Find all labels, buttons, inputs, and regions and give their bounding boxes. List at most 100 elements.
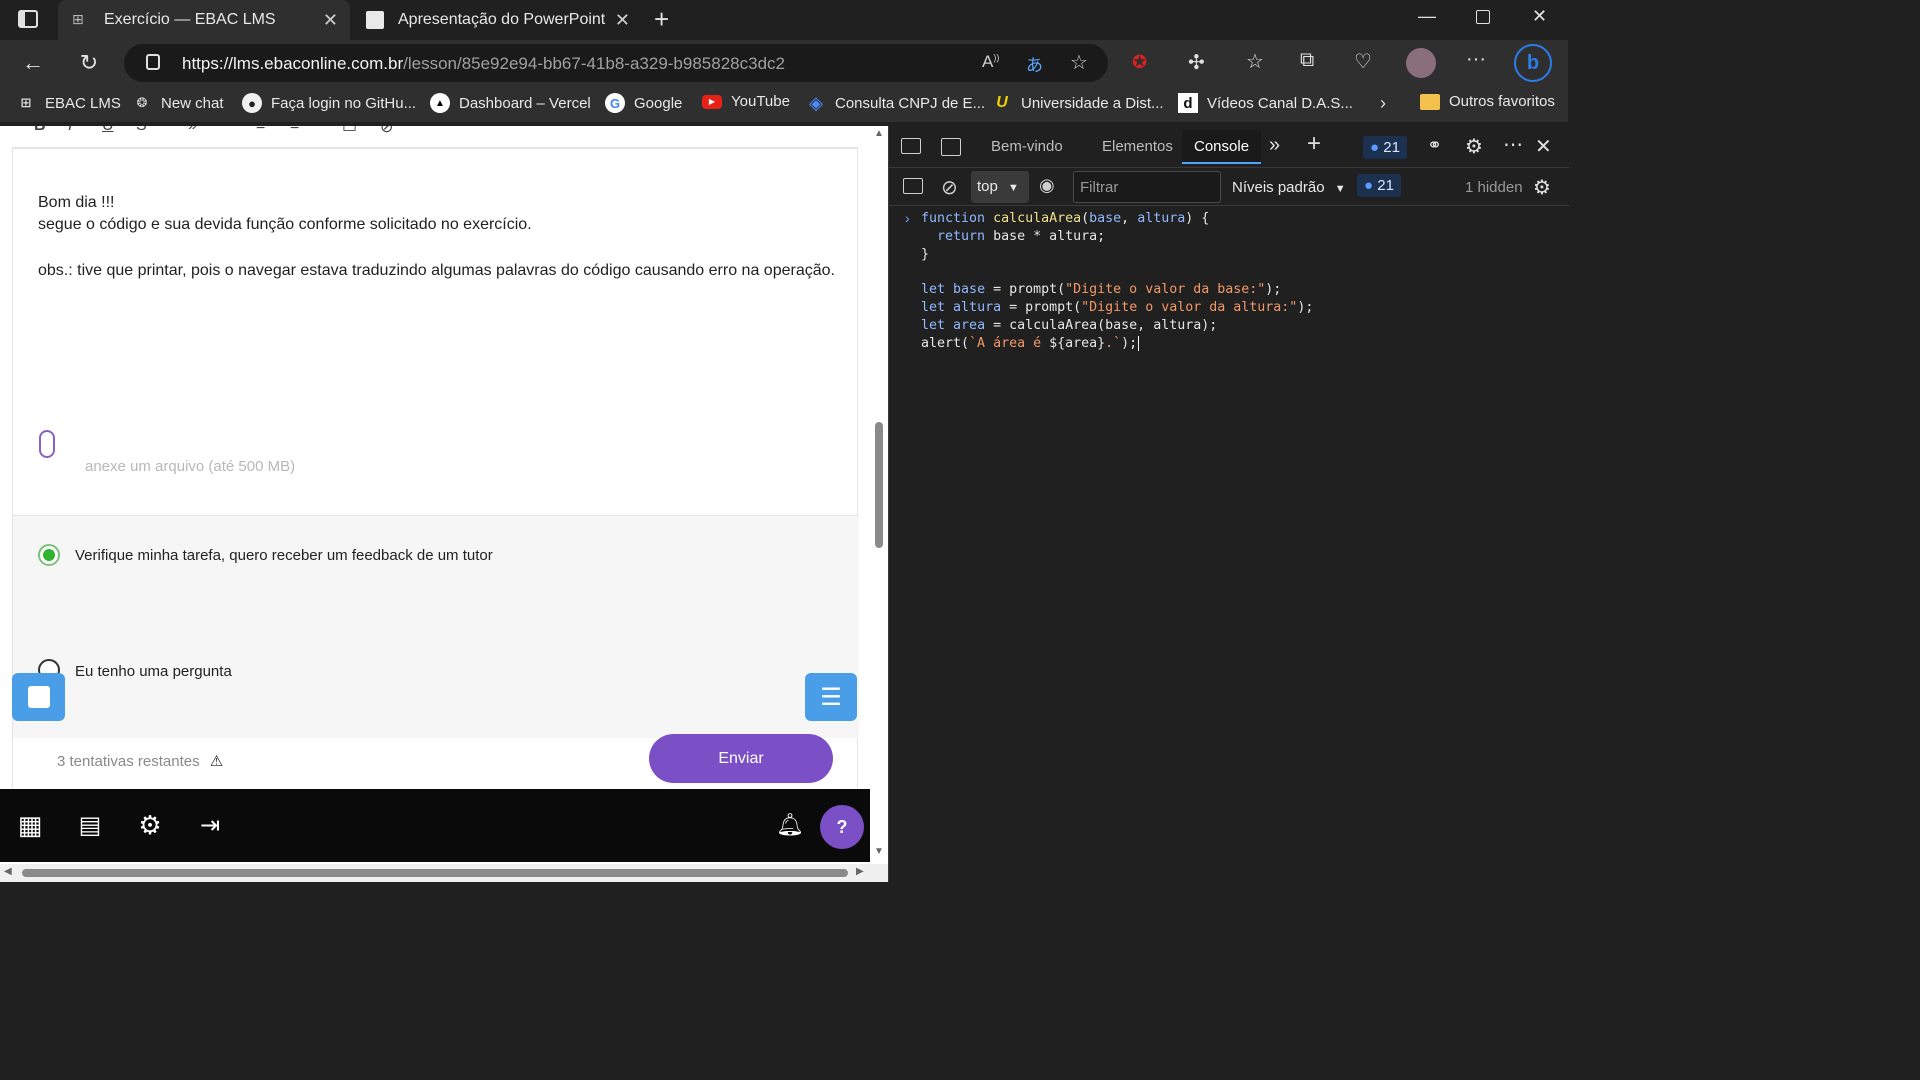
collections-icon[interactable]: ⧉ [1300, 49, 1314, 72]
bold-icon[interactable]: B [34, 126, 46, 135]
bookmark-google[interactable]: G Google [605, 93, 682, 113]
device-emulation-icon[interactable] [941, 138, 961, 156]
favorites-icon[interactable]: ☆ [1246, 49, 1264, 74]
address-bar[interactable]: https://lms.ebaconline.com.br/lesson/85e… [124, 44, 1108, 82]
chevron-right-icon[interactable]: › [1380, 93, 1386, 114]
message-line-2[interactable]: segue o código e sua devida função confo… [38, 216, 532, 234]
add-tool-icon[interactable]: + [1307, 130, 1321, 158]
horizontal-scroll-thumb[interactable] [22, 869, 848, 877]
minimize-icon[interactable]: — [1418, 6, 1436, 27]
bookmark-vercel[interactable]: ▲ Dashboard – Vercel [430, 93, 591, 113]
warning-icon: ⚠ [209, 753, 224, 770]
bookmark-youtube[interactable]: ▶ YouTube [702, 93, 790, 110]
issues-badge[interactable]: ● 21 [1363, 136, 1407, 159]
extensions-puzzle-icon[interactable]: ✣ [1188, 50, 1205, 75]
quote-icon[interactable]: » [188, 126, 197, 135]
tab-actions-icon[interactable] [18, 10, 38, 28]
message-line-1[interactable]: Bom dia !!! [38, 194, 114, 212]
devtools-more-icon[interactable]: ⋯ [1503, 132, 1523, 157]
attach-file-label[interactable]: anexe um arquivo (até 500 MB) [85, 458, 295, 475]
bookmark-github[interactable]: ● Faça login no GitHu... [242, 93, 416, 113]
bing-copilot-icon[interactable]: b [1514, 44, 1552, 82]
page-vertical-scrollbar[interactable]: ▲ ▼ [870, 126, 888, 864]
bookmark-cnpj[interactable]: ◈ Consulta CNPJ de E... [806, 93, 985, 113]
answer-card: Bom dia !!! segue o código e sua devida … [12, 148, 859, 828]
url-text[interactable]: https://lms.ebaconline.com.br/lesson/85e… [182, 54, 785, 74]
clear-console-icon[interactable]: ⊘ [941, 175, 958, 200]
new-tab-button[interactable]: + [654, 4, 669, 35]
add-favorite-icon[interactable]: ☆ [1070, 50, 1088, 75]
more-options-icon[interactable]: ··· [1466, 48, 1486, 71]
console-prompt-icon: › [905, 210, 910, 226]
connections-icon[interactable]: ⚭ [1427, 135, 1442, 156]
help-button[interactable]: ? [820, 805, 864, 849]
extension-icon[interactable]: ✪ [1132, 52, 1147, 73]
tab-powerpoint[interactable]: Apresentação do PowerPoint ✕ [352, 0, 642, 40]
feedback-radio[interactable] [38, 544, 60, 566]
lesson-list-button[interactable]: ☰ [805, 673, 857, 721]
link-icon[interactable]: ⊘ [380, 126, 393, 137]
scroll-up-icon[interactable]: ▲ [874, 128, 884, 139]
bookmark-universidade[interactable]: U Universidade a Dist... [992, 93, 1163, 113]
bookmark-videos[interactable]: d Vídeos Canal D.A.S... [1178, 93, 1353, 113]
translate-icon[interactable]: あ [1026, 51, 1043, 76]
scroll-right-icon[interactable]: ▶ [856, 866, 864, 877]
console-filter-input[interactable]: Filtrar [1073, 171, 1221, 203]
close-tab-icon[interactable]: ✕ [615, 10, 630, 31]
tab-ebac[interactable]: ⊞ Exercício — EBAC LMS ✕ [58, 0, 350, 40]
ordered-list-icon[interactable]: ≡ [290, 126, 299, 135]
scroll-down-icon[interactable]: ▼ [874, 846, 884, 857]
live-expression-eye-icon[interactable]: ◉ [1039, 175, 1055, 196]
option-feedback[interactable]: Verifique minha tarefa, quero receber um… [13, 515, 859, 608]
vertical-scroll-thumb[interactable] [875, 422, 883, 548]
devtools-settings-icon[interactable]: ⚙ [1465, 134, 1483, 159]
messages-count: 21 [1377, 177, 1394, 194]
bookmark-new-chat[interactable]: ❂ New chat [132, 93, 224, 113]
bookmark-ebac[interactable]: ⊞ EBAC LMS [16, 93, 121, 113]
dashboard-icon[interactable]: ▦ [16, 810, 44, 840]
navigation-bar: ← ↻ https://lms.ebaconline.com.br/lesson… [0, 40, 1568, 86]
playlist-icon[interactable]: ▤ [76, 811, 104, 839]
restore-icon[interactable] [1476, 10, 1490, 24]
sidebar-toggle-icon[interactable] [903, 178, 923, 194]
strike-icon[interactable]: S [136, 126, 147, 135]
settings-gear-icon[interactable]: ⚙ [136, 810, 164, 840]
messages-badge[interactable]: ● 21 [1357, 174, 1401, 197]
scroll-left-icon[interactable]: ◀ [4, 866, 12, 877]
page-horizontal-scrollbar[interactable]: ◀ ▶ [0, 864, 888, 882]
logout-icon[interactable]: ⇥ [196, 811, 224, 839]
performance-heart-icon[interactable]: ♡ [1354, 49, 1372, 74]
paperclip-icon[interactable] [39, 430, 55, 458]
console-input[interactable]: function calculaArea(base, altura) { ret… [921, 210, 1313, 352]
back-arrow-icon[interactable]: ← [18, 48, 48, 78]
question-label[interactable]: Eu tenho uma pergunta [75, 663, 232, 680]
bookmark-other-favorites[interactable]: Outros favoritos [1420, 93, 1555, 110]
console-settings-icon[interactable]: ⚙ [1533, 175, 1551, 200]
notes-button[interactable] [12, 673, 65, 721]
option-question[interactable]: Eu tenho uma pergunta [13, 608, 859, 738]
tab-console[interactable]: Console [1182, 130, 1262, 164]
lock-icon[interactable] [146, 54, 160, 70]
inspect-element-icon[interactable] [901, 138, 921, 154]
underline-icon[interactable]: U [102, 126, 114, 135]
close-tab-icon[interactable]: ✕ [323, 10, 338, 31]
more-tabs-icon[interactable]: » [1269, 134, 1280, 157]
image-icon[interactable]: ▭ [342, 126, 357, 137]
profile-avatar[interactable] [1406, 48, 1436, 78]
message-line-3[interactable]: obs.: tive que printar, pois o navegar e… [38, 262, 835, 280]
italic-icon[interactable]: I [68, 126, 72, 135]
close-window-icon[interactable]: ✕ [1532, 6, 1547, 27]
feedback-label[interactable]: Verifique minha tarefa, quero receber um… [75, 547, 493, 564]
log-levels-dropdown[interactable]: Níveis padrão ▼ [1232, 179, 1346, 196]
context-selector[interactable]: top ▼ [971, 171, 1029, 203]
read-aloud-icon[interactable]: A)) [982, 52, 999, 72]
dropdown-arrow-icon: ▼ [1008, 182, 1019, 194]
close-devtools-icon[interactable]: ✕ [1535, 134, 1552, 159]
submit-button[interactable]: Enviar [649, 734, 833, 783]
bell-icon[interactable]: 🔔︎ [776, 811, 804, 839]
refresh-icon[interactable]: ↻ [74, 48, 104, 78]
tab-elements[interactable]: Elementos [1102, 138, 1173, 155]
tab-welcome[interactable]: Bem-vindo [991, 138, 1063, 155]
list-icon[interactable]: ≡ [256, 126, 265, 135]
